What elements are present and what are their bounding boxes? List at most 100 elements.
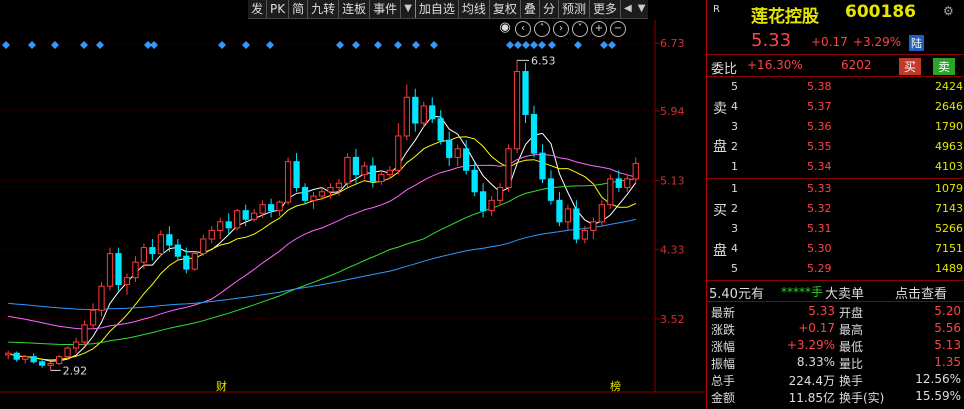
toolbar-item-forecast[interactable]: 预测 xyxy=(559,0,590,18)
toolbar-item-more[interactable]: 更多 xyxy=(590,0,621,18)
candle-body[interactable] xyxy=(183,255,190,270)
toolbar-item-jian[interactable]: 简 xyxy=(289,0,309,18)
toolbar-item-moving-average[interactable]: 均线 xyxy=(459,0,490,18)
settings-icon[interactable]: ⚙ xyxy=(943,4,954,18)
candle-body[interactable] xyxy=(369,165,377,182)
event-marker-icon[interactable] xyxy=(514,41,522,49)
zoom-out-icon[interactable]: − xyxy=(610,21,626,37)
candle-body[interactable] xyxy=(174,244,181,257)
candle-body[interactable] xyxy=(632,162,639,180)
candle-body[interactable] xyxy=(573,208,580,240)
event-marker-icon[interactable] xyxy=(430,41,438,49)
bid-price[interactable]: 5.31 xyxy=(807,222,832,235)
event-marker-icon[interactable] xyxy=(218,41,226,49)
candle-body[interactable] xyxy=(581,229,589,240)
candle-body[interactable] xyxy=(140,247,148,263)
toolbar-item-lianban[interactable]: 连板 xyxy=(339,0,371,18)
candle-body[interactable] xyxy=(505,148,512,188)
candle-body[interactable] xyxy=(454,148,461,158)
finance-marker[interactable]: 财 xyxy=(216,379,227,393)
candle-body[interactable] xyxy=(446,139,453,158)
candle-body[interactable] xyxy=(437,118,444,141)
candle-body[interactable] xyxy=(64,347,71,358)
candle-body[interactable] xyxy=(395,135,402,171)
candle-body[interactable] xyxy=(225,221,232,229)
ask-price[interactable]: 5.38 xyxy=(807,80,832,93)
event-marker-icon[interactable] xyxy=(530,41,538,49)
candle-body[interactable] xyxy=(72,341,80,349)
candle-body[interactable] xyxy=(598,204,605,223)
candle-body[interactable] xyxy=(234,210,241,229)
candle-body[interactable] xyxy=(191,253,198,270)
toolbar-item-jiuzhuan[interactable]: 九转 xyxy=(308,0,340,18)
candle-body[interactable] xyxy=(166,234,173,246)
toolbar-item-shijian[interactable]: 事件 xyxy=(370,0,402,18)
candle-body[interactable] xyxy=(352,156,360,176)
candle-body[interactable] xyxy=(81,324,88,343)
candle-body[interactable] xyxy=(157,234,165,255)
candle-body[interactable] xyxy=(123,277,131,286)
event-marker-icon[interactable] xyxy=(242,41,250,49)
candle-body[interactable] xyxy=(106,253,114,287)
chevron-right-icon[interactable]: › xyxy=(553,21,569,37)
candle-body[interactable] xyxy=(200,238,207,255)
candle-body[interactable] xyxy=(488,199,495,212)
candle-body[interactable] xyxy=(513,71,521,150)
ask-price[interactable]: 5.34 xyxy=(807,160,832,173)
rank-marker[interactable]: 榜 xyxy=(610,379,621,393)
candle-body[interactable] xyxy=(55,356,63,365)
event-marker-icon[interactable] xyxy=(28,41,36,49)
candle-body[interactable] xyxy=(547,178,555,201)
chevron-down-icon[interactable]: ▼ xyxy=(635,0,649,18)
event-marker-icon[interactable] xyxy=(412,41,420,49)
collapse-left-icon[interactable]: ◀ xyxy=(621,0,635,18)
toolbar-item-overlay[interactable]: 叠 xyxy=(521,0,540,18)
event-marker-icon[interactable] xyxy=(266,41,274,49)
candle-body[interactable] xyxy=(39,361,46,366)
chevron-left-icon[interactable]: ‹ xyxy=(515,21,531,37)
candle-body[interactable] xyxy=(378,174,385,182)
chevron-down-icon[interactable]: ˅ xyxy=(572,21,588,37)
toolbar-item-fen[interactable]: 分 xyxy=(540,0,559,18)
candle-body[interactable] xyxy=(420,105,427,124)
candle-body[interactable] xyxy=(479,191,487,212)
event-marker-icon[interactable] xyxy=(336,41,344,49)
candle-body[interactable] xyxy=(47,363,54,366)
candle-body[interactable] xyxy=(335,182,343,188)
event-marker-icon[interactable] xyxy=(574,41,582,49)
bid-price[interactable]: 5.29 xyxy=(807,262,832,275)
candle-body[interactable] xyxy=(590,221,597,231)
candle-body[interactable] xyxy=(208,229,215,240)
eye-icon[interactable]: ◉ xyxy=(498,21,512,35)
candle-body[interactable] xyxy=(564,208,572,223)
ask-price[interactable]: 5.35 xyxy=(807,140,832,153)
candle-body[interactable] xyxy=(607,178,614,206)
toolbar-item-pk[interactable]: PK xyxy=(267,0,290,18)
candle-body[interactable] xyxy=(149,247,156,255)
candle-body[interactable] xyxy=(471,169,478,193)
candle-body[interactable] xyxy=(132,261,139,279)
candle-body[interactable] xyxy=(284,161,292,203)
candle-body[interactable] xyxy=(615,178,622,188)
candle-body[interactable] xyxy=(412,96,419,124)
candle-body[interactable] xyxy=(217,221,224,231)
toolbar-item-fa[interactable]: 发 xyxy=(248,0,268,18)
event-marker-icon[interactable] xyxy=(96,41,104,49)
event-marker-icon[interactable] xyxy=(506,41,514,49)
candle-body[interactable] xyxy=(276,201,283,212)
candle-body[interactable] xyxy=(30,356,37,363)
candle-body[interactable] xyxy=(259,204,266,214)
event-marker-icon[interactable] xyxy=(374,41,382,49)
event-marker-icon[interactable] xyxy=(600,41,608,49)
candle-body[interactable] xyxy=(496,186,504,201)
event-marker-icon[interactable] xyxy=(150,41,158,49)
candle-body[interactable] xyxy=(624,178,631,188)
event-marker-icon[interactable] xyxy=(548,41,556,49)
event-marker-icon[interactable] xyxy=(51,41,59,49)
candle-body[interactable] xyxy=(267,204,275,212)
toolbar-item-adjust[interactable]: 复权 xyxy=(490,0,521,18)
event-marker-icon[interactable] xyxy=(2,41,10,49)
candle-body[interactable] xyxy=(13,352,20,360)
candle-body[interactable] xyxy=(115,253,122,286)
candle-body[interactable] xyxy=(310,195,317,201)
